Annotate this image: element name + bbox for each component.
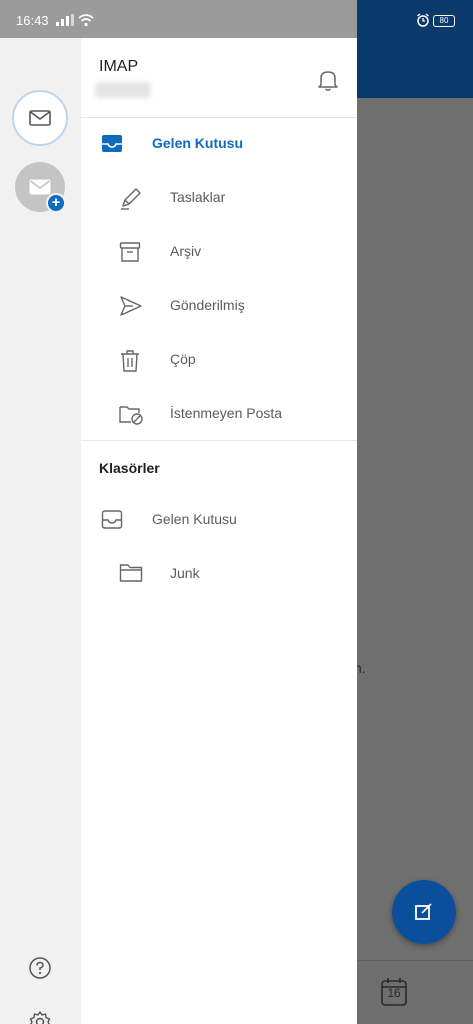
battery-indicator: 80 xyxy=(433,15,455,27)
mail-icon xyxy=(29,110,51,126)
trash-icon xyxy=(121,350,139,372)
signal-icon xyxy=(56,14,74,26)
folder-icon xyxy=(119,564,143,582)
folders-section-title: Klasörler xyxy=(99,460,160,476)
navigation-drawer: IMAP Gelen Kutusu Taslaklar Arşiv Gönder… xyxy=(81,38,357,1024)
status-bar: 16:43 80 xyxy=(0,0,473,38)
gear-icon[interactable] xyxy=(28,1010,52,1024)
archive-icon xyxy=(119,242,141,262)
folder-item-archive[interactable]: Arşiv xyxy=(81,226,357,280)
junk-folder-icon xyxy=(119,406,143,425)
folder-label: Arşiv xyxy=(170,243,202,259)
folder-label: İstenmeyen Posta xyxy=(170,405,283,421)
folder-label: Gönderilmiş xyxy=(170,297,245,313)
plus-icon[interactable]: + xyxy=(46,193,66,213)
folder-label: Gelen Kutusu xyxy=(152,135,244,151)
divider xyxy=(81,440,357,441)
account-title: IMAP xyxy=(99,58,139,75)
bell-icon[interactable] xyxy=(317,68,339,92)
send-icon xyxy=(120,296,142,316)
folder-item-sent[interactable]: Gönderilmiş xyxy=(81,280,357,334)
inbox-icon xyxy=(101,510,123,529)
folder-item-junk-all[interactable]: Junk xyxy=(81,548,357,602)
account-email-redacted xyxy=(95,82,151,98)
pencil-icon xyxy=(121,188,141,210)
account-rail: + xyxy=(0,38,81,1024)
folder-label: Çöp xyxy=(170,351,196,367)
inbox-icon xyxy=(102,135,122,152)
folder-label: Junk xyxy=(170,565,200,581)
mail-icon xyxy=(29,179,51,195)
status-bar-left xyxy=(0,0,357,38)
folder-item-inbox[interactable]: Gelen Kutusu xyxy=(81,118,357,172)
calendar-day-label: 16 xyxy=(387,986,401,1000)
bottom-nav-background xyxy=(357,960,473,1024)
wifi-icon xyxy=(78,14,94,27)
help-icon[interactable] xyxy=(28,956,52,980)
folder-item-drafts[interactable]: Taslaklar xyxy=(81,172,357,226)
account-avatar-mail[interactable] xyxy=(12,90,68,146)
compose-icon xyxy=(415,903,432,920)
compose-button[interactable] xyxy=(392,880,456,944)
folder-label: Gelen Kutusu xyxy=(152,511,237,527)
folder-item-inbox-all[interactable]: Gelen Kutusu xyxy=(81,494,357,548)
folder-item-junk[interactable]: İstenmeyen Posta xyxy=(81,388,357,442)
alarm-icon xyxy=(417,13,429,27)
status-time: 16:43 xyxy=(16,13,49,28)
folder-label: Taslaklar xyxy=(170,189,226,205)
folder-item-trash[interactable]: Çöp xyxy=(81,334,357,388)
